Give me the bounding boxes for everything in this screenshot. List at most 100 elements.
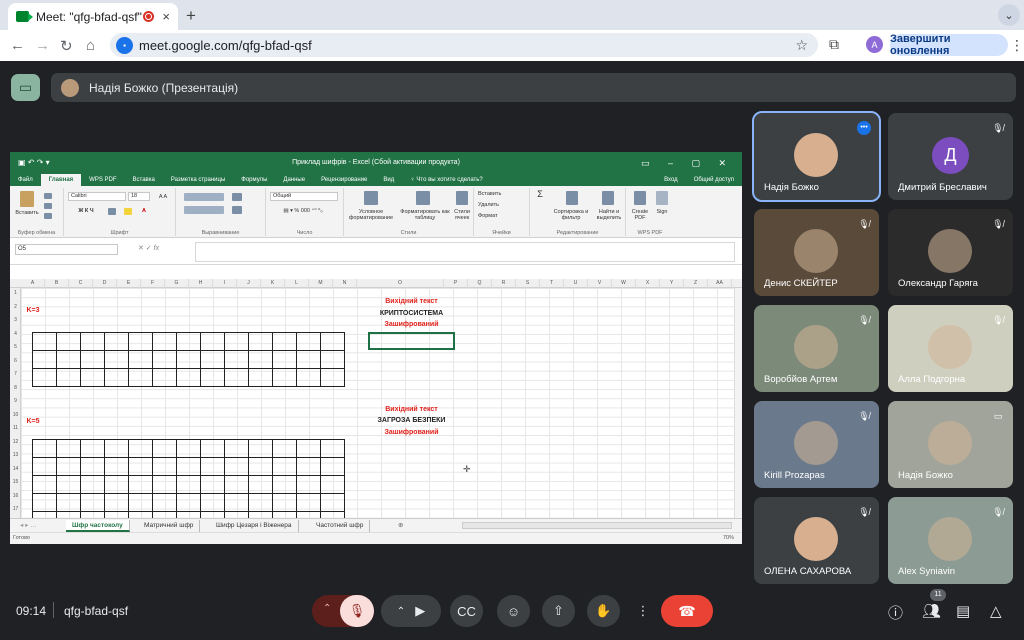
meeting-info-icon[interactable]: ⓘ <box>888 602 903 623</box>
format-cells-button[interactable]: Формат <box>478 213 526 219</box>
table-cell[interactable] <box>296 475 321 494</box>
row-header[interactable]: 8 <box>10 385 21 391</box>
table-cell[interactable] <box>272 350 297 369</box>
column-header[interactable]: A <box>21 279 45 288</box>
share-link[interactable]: Общий доступ <box>686 174 742 186</box>
menu-insert[interactable]: Вставка <box>125 174 163 186</box>
table-cell[interactable] <box>200 475 225 494</box>
name-box[interactable]: O5 <box>15 244 118 255</box>
more-options-icon[interactable]: ••• <box>857 121 871 135</box>
format-painter-icon[interactable] <box>44 213 52 219</box>
table-cell[interactable] <box>32 475 57 494</box>
participant-tile[interactable]: 🎙︎̸ Алла Подгорна <box>888 305 1013 392</box>
table-cell[interactable] <box>272 475 297 494</box>
table-cell[interactable] <box>296 457 321 476</box>
conditional-format-button[interactable]: Условное форматирование <box>344 209 398 221</box>
bookmark-star-icon[interactable]: ☆ <box>795 37 808 54</box>
table-cell[interactable] <box>176 457 201 476</box>
update-button[interactable]: Завершити оновлення <box>890 33 1008 57</box>
table-cell[interactable] <box>248 332 273 351</box>
table-cell[interactable] <box>176 493 201 512</box>
table-cell[interactable] <box>80 457 105 476</box>
table-cell[interactable] <box>128 439 153 458</box>
table-cell[interactable] <box>32 493 57 512</box>
cell-security-threat[interactable]: ЗАГРОЗА БЕЗПЕКИ <box>368 417 455 424</box>
table-cell[interactable] <box>32 350 57 369</box>
table-cell[interactable] <box>104 368 129 387</box>
table-cell[interactable] <box>176 368 201 387</box>
address-bar[interactable]: ▪ meet.google.com/qfg-bfad-qsf ☆ <box>110 33 818 57</box>
table-cell[interactable] <box>128 368 153 387</box>
borders-icon[interactable] <box>108 208 116 215</box>
formula-buttons[interactable]: ✕ ✓ fx <box>138 244 159 252</box>
menu-view[interactable]: Вид <box>375 174 402 186</box>
table-cell[interactable] <box>224 439 249 458</box>
table-cell[interactable] <box>80 368 105 387</box>
font-name-select[interactable]: Calibri <box>68 192 126 201</box>
table-cell[interactable] <box>224 350 249 369</box>
column-header[interactable]: R <box>492 279 516 288</box>
sign-button[interactable]: Sign <box>652 209 672 215</box>
participant-tile[interactable]: 🎙︎̸ Воробйов Артем <box>754 305 879 392</box>
table-cell[interactable] <box>272 368 297 387</box>
delete-cells-button[interactable]: Удалить <box>478 202 526 208</box>
table-cell[interactable] <box>152 350 177 369</box>
table-cell[interactable] <box>56 439 81 458</box>
table-cell[interactable] <box>248 350 273 369</box>
table-cell[interactable] <box>320 475 345 494</box>
sheet-tab-fence[interactable]: Шфр частоколу <box>66 520 130 532</box>
paste-icon[interactable] <box>20 191 34 207</box>
table-cell[interactable] <box>80 475 105 494</box>
conditional-format-icon[interactable] <box>364 191 378 205</box>
camera-icon[interactable]: ▶ <box>415 603 425 619</box>
column-header[interactable]: AA <box>708 279 732 288</box>
table-cell[interactable] <box>152 439 177 458</box>
sheet-tab-caesar[interactable]: Шифр Цезаря і Віженера <box>210 520 299 532</box>
table-cell[interactable] <box>296 332 321 351</box>
table-cell[interactable] <box>272 439 297 458</box>
column-header[interactable]: J <box>237 279 261 288</box>
cell-source-text-1[interactable]: Вихідний текст <box>368 298 455 305</box>
row-header[interactable]: 4 <box>10 331 21 337</box>
row-header[interactable]: 11 <box>10 425 21 431</box>
format-as-table-icon[interactable] <box>416 191 430 205</box>
column-header[interactable]: T <box>540 279 564 288</box>
row-header[interactable]: 6 <box>10 358 21 364</box>
number-format-select[interactable]: Общий <box>270 192 338 201</box>
vertical-align-icons[interactable] <box>184 193 224 201</box>
table-cell[interactable] <box>56 493 81 512</box>
column-header[interactable]: S <box>516 279 540 288</box>
mic-off-icon[interactable]: 🎙︎ <box>340 595 374 627</box>
column-header[interactable]: I <box>213 279 237 288</box>
table-cell[interactable] <box>248 457 273 476</box>
chat-icon[interactable]: ▤ <box>956 602 970 620</box>
column-header[interactable]: Y <box>660 279 684 288</box>
font-size-select[interactable]: 18 <box>128 192 150 201</box>
table-cell[interactable] <box>224 493 249 512</box>
column-header[interactable]: C <box>69 279 93 288</box>
table-cell[interactable] <box>104 475 129 494</box>
table-cell[interactable] <box>272 332 297 351</box>
column-header[interactable]: B <box>45 279 69 288</box>
signin-link[interactable]: Вход <box>656 174 686 186</box>
menu-file[interactable]: Файл <box>10 174 41 186</box>
table-cell[interactable] <box>248 475 273 494</box>
column-header[interactable]: L <box>285 279 309 288</box>
format-as-table-button[interactable]: Форматировать как таблицу <box>400 209 450 221</box>
captions-icon[interactable]: CC <box>450 595 483 627</box>
cell-encrypted-2[interactable]: Зашифрований <box>368 429 455 436</box>
people-icon[interactable]: 👥︎ <box>922 602 941 620</box>
table-cell[interactable] <box>320 350 345 369</box>
row-header[interactable]: 7 <box>10 371 21 377</box>
column-header[interactable]: O <box>357 279 444 288</box>
table-cell[interactable] <box>104 350 129 369</box>
table-cell[interactable] <box>176 350 201 369</box>
menu-home[interactable]: Главная <box>40 174 82 186</box>
sort-filter-icon[interactable] <box>566 191 578 205</box>
tell-me-search[interactable]: ♀ Что вы хотите сделать? <box>402 174 491 186</box>
table-cell[interactable] <box>200 493 225 512</box>
table-cell[interactable] <box>80 350 105 369</box>
wrap-text-icon[interactable] <box>232 193 242 201</box>
cell-source-text-2[interactable]: Вихідний текст <box>368 406 455 413</box>
find-select-button[interactable]: Найти и выделить <box>592 209 626 221</box>
